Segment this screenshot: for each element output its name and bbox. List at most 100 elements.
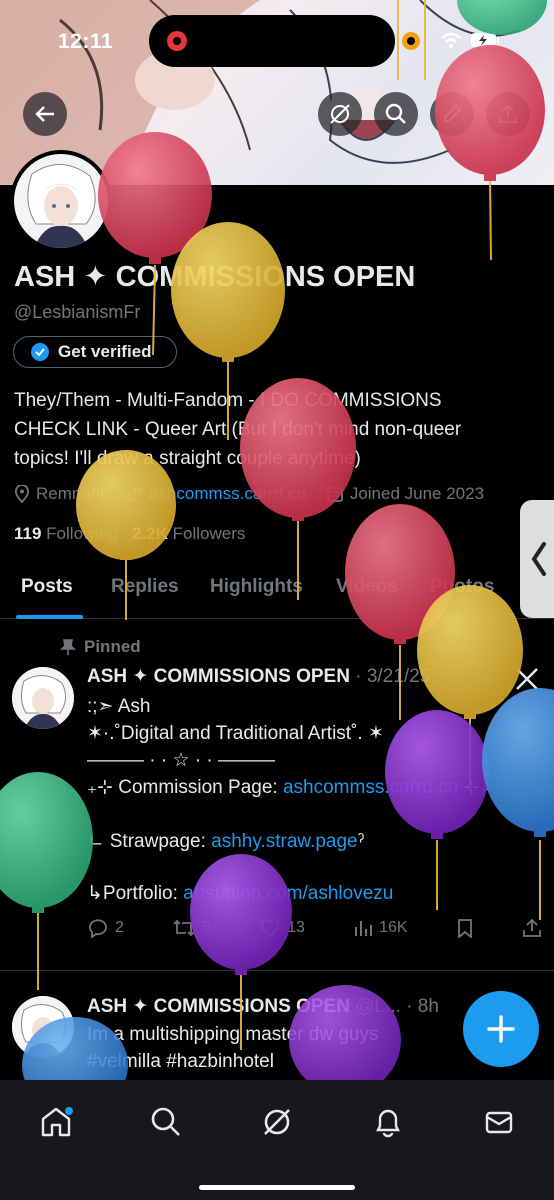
post-text: ˀ — [357, 831, 365, 852]
chevron-left-icon — [531, 542, 546, 576]
tab-highlights[interactable]: Highlights — [210, 576, 303, 598]
compose-button[interactable] — [463, 991, 539, 1067]
get-verified-button[interactable]: Get verified — [13, 336, 177, 368]
repost-icon — [173, 919, 195, 937]
views-button[interactable]: 16K — [353, 918, 408, 938]
search-icon — [151, 1107, 180, 1136]
followers-label: Followers — [172, 524, 246, 543]
joined-item: Joined June 2023 — [326, 484, 484, 504]
plus-icon — [487, 1015, 515, 1043]
bookmark-icon — [457, 919, 472, 938]
search-icon — [385, 103, 406, 124]
home-icon — [41, 1107, 73, 1137]
strawpage-link[interactable]: ashhy.straw.page — [211, 831, 357, 852]
share-button[interactable] — [486, 92, 530, 136]
pinned-label: Pinned — [60, 637, 141, 657]
post-line-commission: ₊⊹ Commission Page: ashcommss.carrd.co ⊹… — [87, 774, 489, 801]
share-post-button[interactable] — [522, 918, 542, 938]
post-text: ㄴ Strawpage: — [87, 831, 212, 852]
profile-tabs: Posts Replies Highlights Videos Photos — [0, 566, 554, 619]
bio-line: They/Them - Multi-Fandom - I DO COMMISSI… — [14, 390, 442, 411]
following-count: 119 — [14, 524, 42, 543]
pin-icon — [60, 639, 76, 655]
screen-record-icon — [167, 31, 187, 51]
nav-search[interactable] — [146, 1102, 186, 1142]
grok-button[interactable] — [318, 92, 362, 136]
status-icons — [440, 32, 500, 48]
post-author: ASH ✦ COMMISSIONS OPEN @L... · 8h — [87, 995, 439, 1018]
view-count: 16K — [379, 919, 408, 936]
tab-replies[interactable]: Replies — [111, 576, 179, 598]
reply-icon — [89, 919, 107, 938]
tab-photos[interactable]: Photos — [430, 576, 494, 598]
nav-messages[interactable] — [479, 1102, 519, 1142]
post-line: ——— · · ☆ · · ——— — [87, 750, 276, 771]
grok-icon — [330, 104, 350, 124]
post-author-name[interactable]: ASH ✦ COMMISSIONS OPEN — [87, 996, 350, 1017]
repost-button[interactable]: 5 — [172, 918, 211, 938]
post-line-strawpage: ㄴ Strawpage: ashhy.straw.pageˀ — [87, 828, 364, 855]
balloon — [0, 772, 93, 990]
link-icon — [126, 486, 142, 502]
reply-count: 2 — [115, 919, 124, 936]
post-avatar[interactable] — [12, 667, 74, 729]
following-stat[interactable]: 119 Following — [14, 524, 118, 544]
x-logo-icon — [516, 668, 538, 690]
profile-bio: They/Them - Multi-Fandom - I DO COMMISSI… — [14, 386, 534, 473]
bio-line: CHECK LINK - Queer Art (But I don't mind… — [14, 419, 462, 440]
commission-link[interactable]: ashcommss.carrd.co — [283, 777, 458, 798]
post-actions: 2 5 13 16K — [87, 918, 542, 938]
post-avatar[interactable] — [12, 996, 74, 1058]
back-button[interactable] — [23, 92, 67, 136]
calendar-icon — [326, 487, 343, 502]
pinned-text: Pinned — [84, 637, 141, 656]
post-text: Im a multishipping master dw guys — [87, 1024, 379, 1045]
like-button[interactable]: 13 — [259, 918, 305, 938]
post-text: ₊⊹ Commission Page: — [87, 777, 283, 798]
bottom-navigation — [0, 1080, 554, 1200]
following-label: Following — [46, 524, 118, 543]
post-author-name[interactable]: ASH ✦ COMMISSIONS OPEN — [87, 666, 350, 687]
edit-button[interactable] — [430, 92, 474, 136]
post-text: ↳Portfolio: — [87, 883, 184, 904]
active-tab-indicator — [16, 615, 83, 619]
balloon — [482, 688, 554, 920]
post-divider — [0, 970, 554, 971]
post-author: ASH ✦ COMMISSIONS OPEN · 3/21/25 — [87, 665, 430, 688]
reply-button[interactable]: 2 — [87, 918, 124, 938]
mail-icon — [485, 1111, 513, 1134]
follow-stats: 119 Following 2.2K Followers — [14, 524, 245, 544]
post-date: · 3/21/25 — [355, 666, 431, 687]
website-item[interactable]: ashcommss.carrd.co — [125, 484, 306, 504]
profile-handle: @LesbianismFr — [14, 302, 141, 322]
balloon — [385, 710, 489, 910]
share-icon — [523, 918, 541, 937]
post-line: ✶·.˚Digital and Traditional Artist˚. ✶ — [87, 723, 384, 744]
search-button[interactable] — [374, 92, 418, 136]
arrow-left-icon — [35, 106, 54, 122]
home-indicator — [199, 1185, 355, 1190]
battery-icon — [471, 33, 499, 47]
camera-indicator-icon — [402, 32, 420, 50]
status-time: 12:11 — [58, 30, 114, 53]
nav-notifications[interactable] — [368, 1102, 408, 1142]
portfolio-link[interactable]: artstation.com/ashlovezu — [183, 883, 393, 904]
edit-icon — [444, 104, 462, 122]
profile-avatar[interactable] — [10, 150, 112, 252]
bookmark-button[interactable] — [456, 918, 474, 938]
post-hashtags[interactable]: #velmilla #hazbinhotel — [87, 1048, 274, 1075]
location-pin-icon — [14, 485, 30, 503]
views-icon — [355, 921, 373, 936]
display-name: ASH ✦ COMMISSIONS OPEN — [14, 261, 416, 293]
nav-home[interactable] — [36, 1102, 76, 1142]
tab-posts[interactable]: Posts — [21, 576, 73, 598]
followers-stat[interactable]: 2.2K Followers — [132, 524, 245, 544]
nav-grok[interactable] — [257, 1102, 297, 1142]
get-verified-label: Get verified — [58, 342, 152, 361]
tab-videos[interactable]: Videos — [336, 576, 398, 598]
website-link[interactable]: ashcommss.carrd.co — [149, 484, 306, 504]
status-bar: 12:11 — [0, 0, 554, 67]
bell-icon — [376, 1109, 400, 1138]
post-meta: @L... · 8h — [355, 996, 439, 1017]
side-panel-handle[interactable] — [520, 500, 554, 618]
